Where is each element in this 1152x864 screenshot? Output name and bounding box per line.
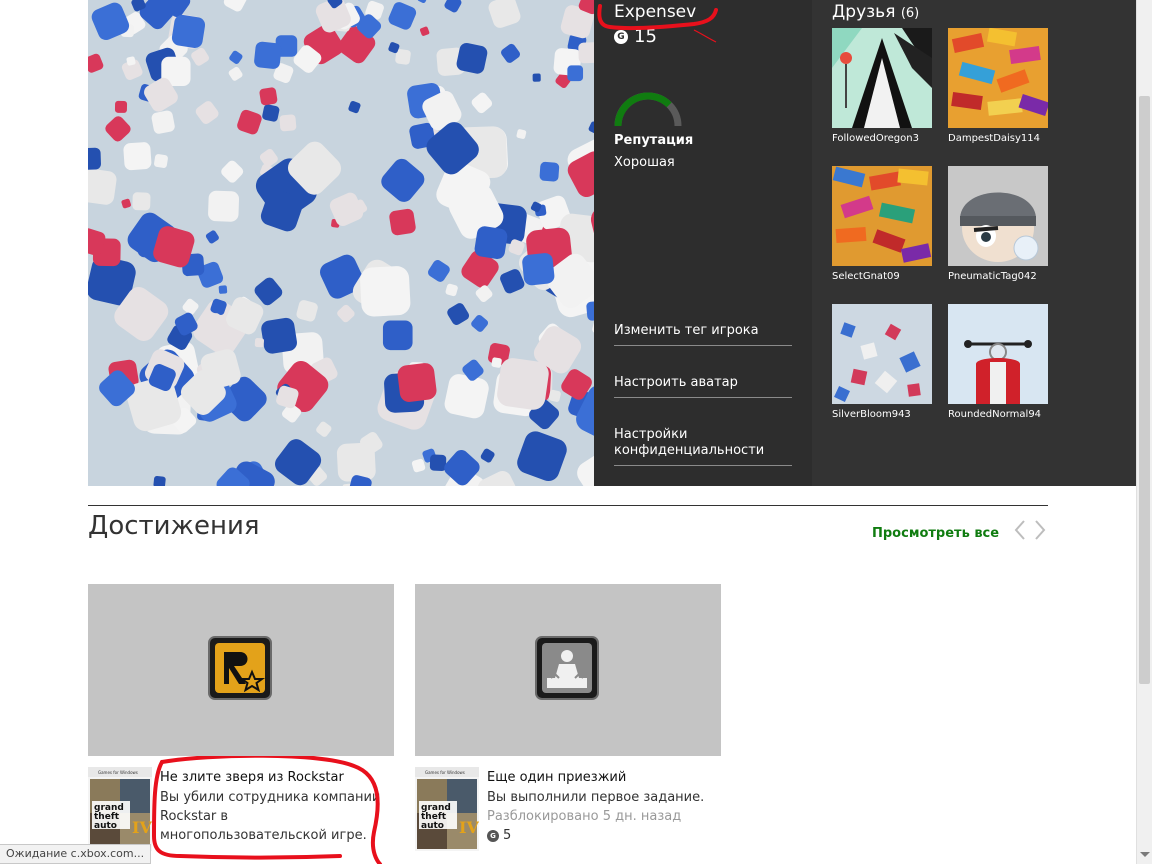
reputation-label: Репутация — [614, 133, 694, 148]
xbox-profile-page: Expensev G 15 Репутация Хорошая Изменить… — [0, 0, 1152, 864]
svg-text:auto: auto — [421, 821, 444, 831]
hero-cube — [567, 65, 584, 82]
friend-avatar[interactable] — [948, 304, 1048, 404]
gamerscore-icon: G — [614, 29, 628, 44]
friend-avatar[interactable] — [948, 28, 1048, 128]
hero-cube — [171, 14, 206, 49]
game-box-art[interactable]: Games for Windows grand theft auto IV — [88, 767, 152, 851]
profile-hero-image — [88, 0, 594, 486]
hero-cube — [578, 42, 594, 64]
reputation-gauge — [612, 88, 684, 128]
hero-cube — [132, 192, 151, 211]
page-scrollbar[interactable] — [1136, 0, 1152, 864]
achievements-divider — [88, 505, 1048, 506]
hero-cube — [153, 475, 166, 486]
hero-cube — [497, 358, 549, 410]
friend-tile[interactable]: DampestDaisy114 — [948, 28, 1048, 144]
friends-panel: Друзья (6) FollowedOregon3 DampestDaisy1… — [812, 0, 1136, 486]
achievement-unlocked-date: Разблокировано 5 дн. назад — [487, 809, 682, 824]
svg-text:auto: auto — [94, 821, 117, 831]
previous-arrow-icon[interactable] — [1012, 518, 1028, 542]
achievement-title[interactable]: Не злите зверя из Rockstar — [160, 770, 344, 785]
rockstar-icon — [208, 636, 272, 700]
svg-text:IV: IV — [459, 818, 479, 837]
browser-status-bar: Ожидание c.xbox.com... — [0, 844, 152, 864]
hero-cube — [491, 357, 502, 368]
left-margin — [0, 0, 88, 486]
friend-avatar[interactable] — [832, 28, 932, 128]
friends-title: Друзья (6) — [832, 2, 919, 22]
hero-cube — [88, 168, 117, 205]
achievement-description: Вы выполнили первое задание. — [487, 790, 705, 805]
hero-cube — [254, 41, 282, 69]
friend-name[interactable]: RoundedNormal94 — [948, 409, 1048, 420]
privacy-settings-link[interactable]: Настройки конфиденциальности — [614, 427, 792, 466]
hero-cube — [254, 338, 265, 348]
friend-name[interactable]: SelectGnat09 — [832, 271, 932, 282]
friend-name[interactable]: FollowedOregon3 — [832, 133, 932, 144]
friend-avatar[interactable] — [832, 166, 932, 266]
hero-cube — [539, 161, 560, 182]
hero-cube — [208, 190, 240, 222]
friends-count: (6) — [900, 6, 920, 21]
achievement-description: Вы убили сотрудника компании Rockstar в … — [160, 790, 381, 843]
hero-cube — [397, 363, 437, 402]
hero-cube — [532, 73, 541, 82]
achievement-title[interactable]: Еще один приезжий — [487, 770, 626, 785]
friend-tile[interactable]: PneumaticTag042 — [948, 166, 1048, 282]
customize-avatar-link[interactable]: Настроить аватар — [614, 375, 792, 398]
hero-cube — [218, 285, 228, 294]
view-all-link[interactable]: Просмотреть все — [872, 526, 999, 541]
achievement-score: G 5 — [487, 828, 511, 843]
box-art-label: Games for Windows — [98, 770, 138, 775]
change-gamertag-link[interactable]: Изменить тег игрока — [614, 323, 792, 346]
friend-name[interactable]: SilverBloom943 — [832, 409, 932, 420]
achievements-heading: Достижения — [88, 511, 260, 541]
gamerscore-icon: G — [487, 829, 499, 842]
scroll-down-arrow-icon[interactable] — [1140, 852, 1150, 857]
box-art-label: Games for Windows — [425, 770, 465, 775]
hero-cube — [429, 454, 447, 471]
profile-info: Expensev G 15 Репутация Хорошая Изменить… — [594, 0, 812, 486]
scrollbar-thumb[interactable] — [1139, 96, 1150, 684]
game-box-art[interactable]: Games for Windows grand theft auto IV — [415, 767, 479, 851]
friend-tile[interactable]: SelectGnat09 — [832, 166, 932, 282]
hero-cube — [151, 110, 175, 134]
hero-cube — [522, 253, 555, 286]
friend-avatar[interactable] — [832, 304, 932, 404]
friend-name[interactable]: PneumaticTag042 — [948, 271, 1048, 282]
hero-cube — [360, 266, 411, 317]
hero-cube — [389, 208, 416, 236]
svg-text:IV: IV — [132, 818, 152, 837]
gamerscore-value: 15 — [634, 26, 657, 47]
friend-tile[interactable]: SilverBloom943 — [832, 304, 932, 420]
hero-cube — [279, 114, 297, 132]
hero-cube — [114, 100, 128, 113]
hero-cube — [259, 87, 278, 106]
hero-cube — [123, 142, 152, 171]
friend-tile[interactable]: RoundedNormal94 — [948, 304, 1048, 420]
achievement-person-icon — [535, 636, 599, 700]
hero-cube — [474, 226, 508, 260]
hero-cube — [261, 317, 297, 354]
gamerscore: G 15 — [614, 26, 657, 47]
friend-tile[interactable]: FollowedOregon3 — [832, 28, 932, 144]
achievement-score-value: 5 — [503, 828, 512, 843]
friends-title-text: Друзья — [832, 2, 896, 22]
hero-cube — [88, 147, 101, 170]
achievement-card[interactable] — [88, 584, 394, 756]
hero-cube — [154, 154, 168, 168]
friend-avatar[interactable] — [948, 166, 1048, 266]
gamertag: Expensev — [614, 2, 697, 22]
friend-name[interactable]: DampestDaisy114 — [948, 133, 1048, 144]
next-arrow-icon[interactable] — [1032, 518, 1048, 542]
achievement-card[interactable] — [415, 584, 721, 756]
reputation-value: Хорошая — [614, 155, 675, 170]
hero-cube — [382, 320, 413, 351]
